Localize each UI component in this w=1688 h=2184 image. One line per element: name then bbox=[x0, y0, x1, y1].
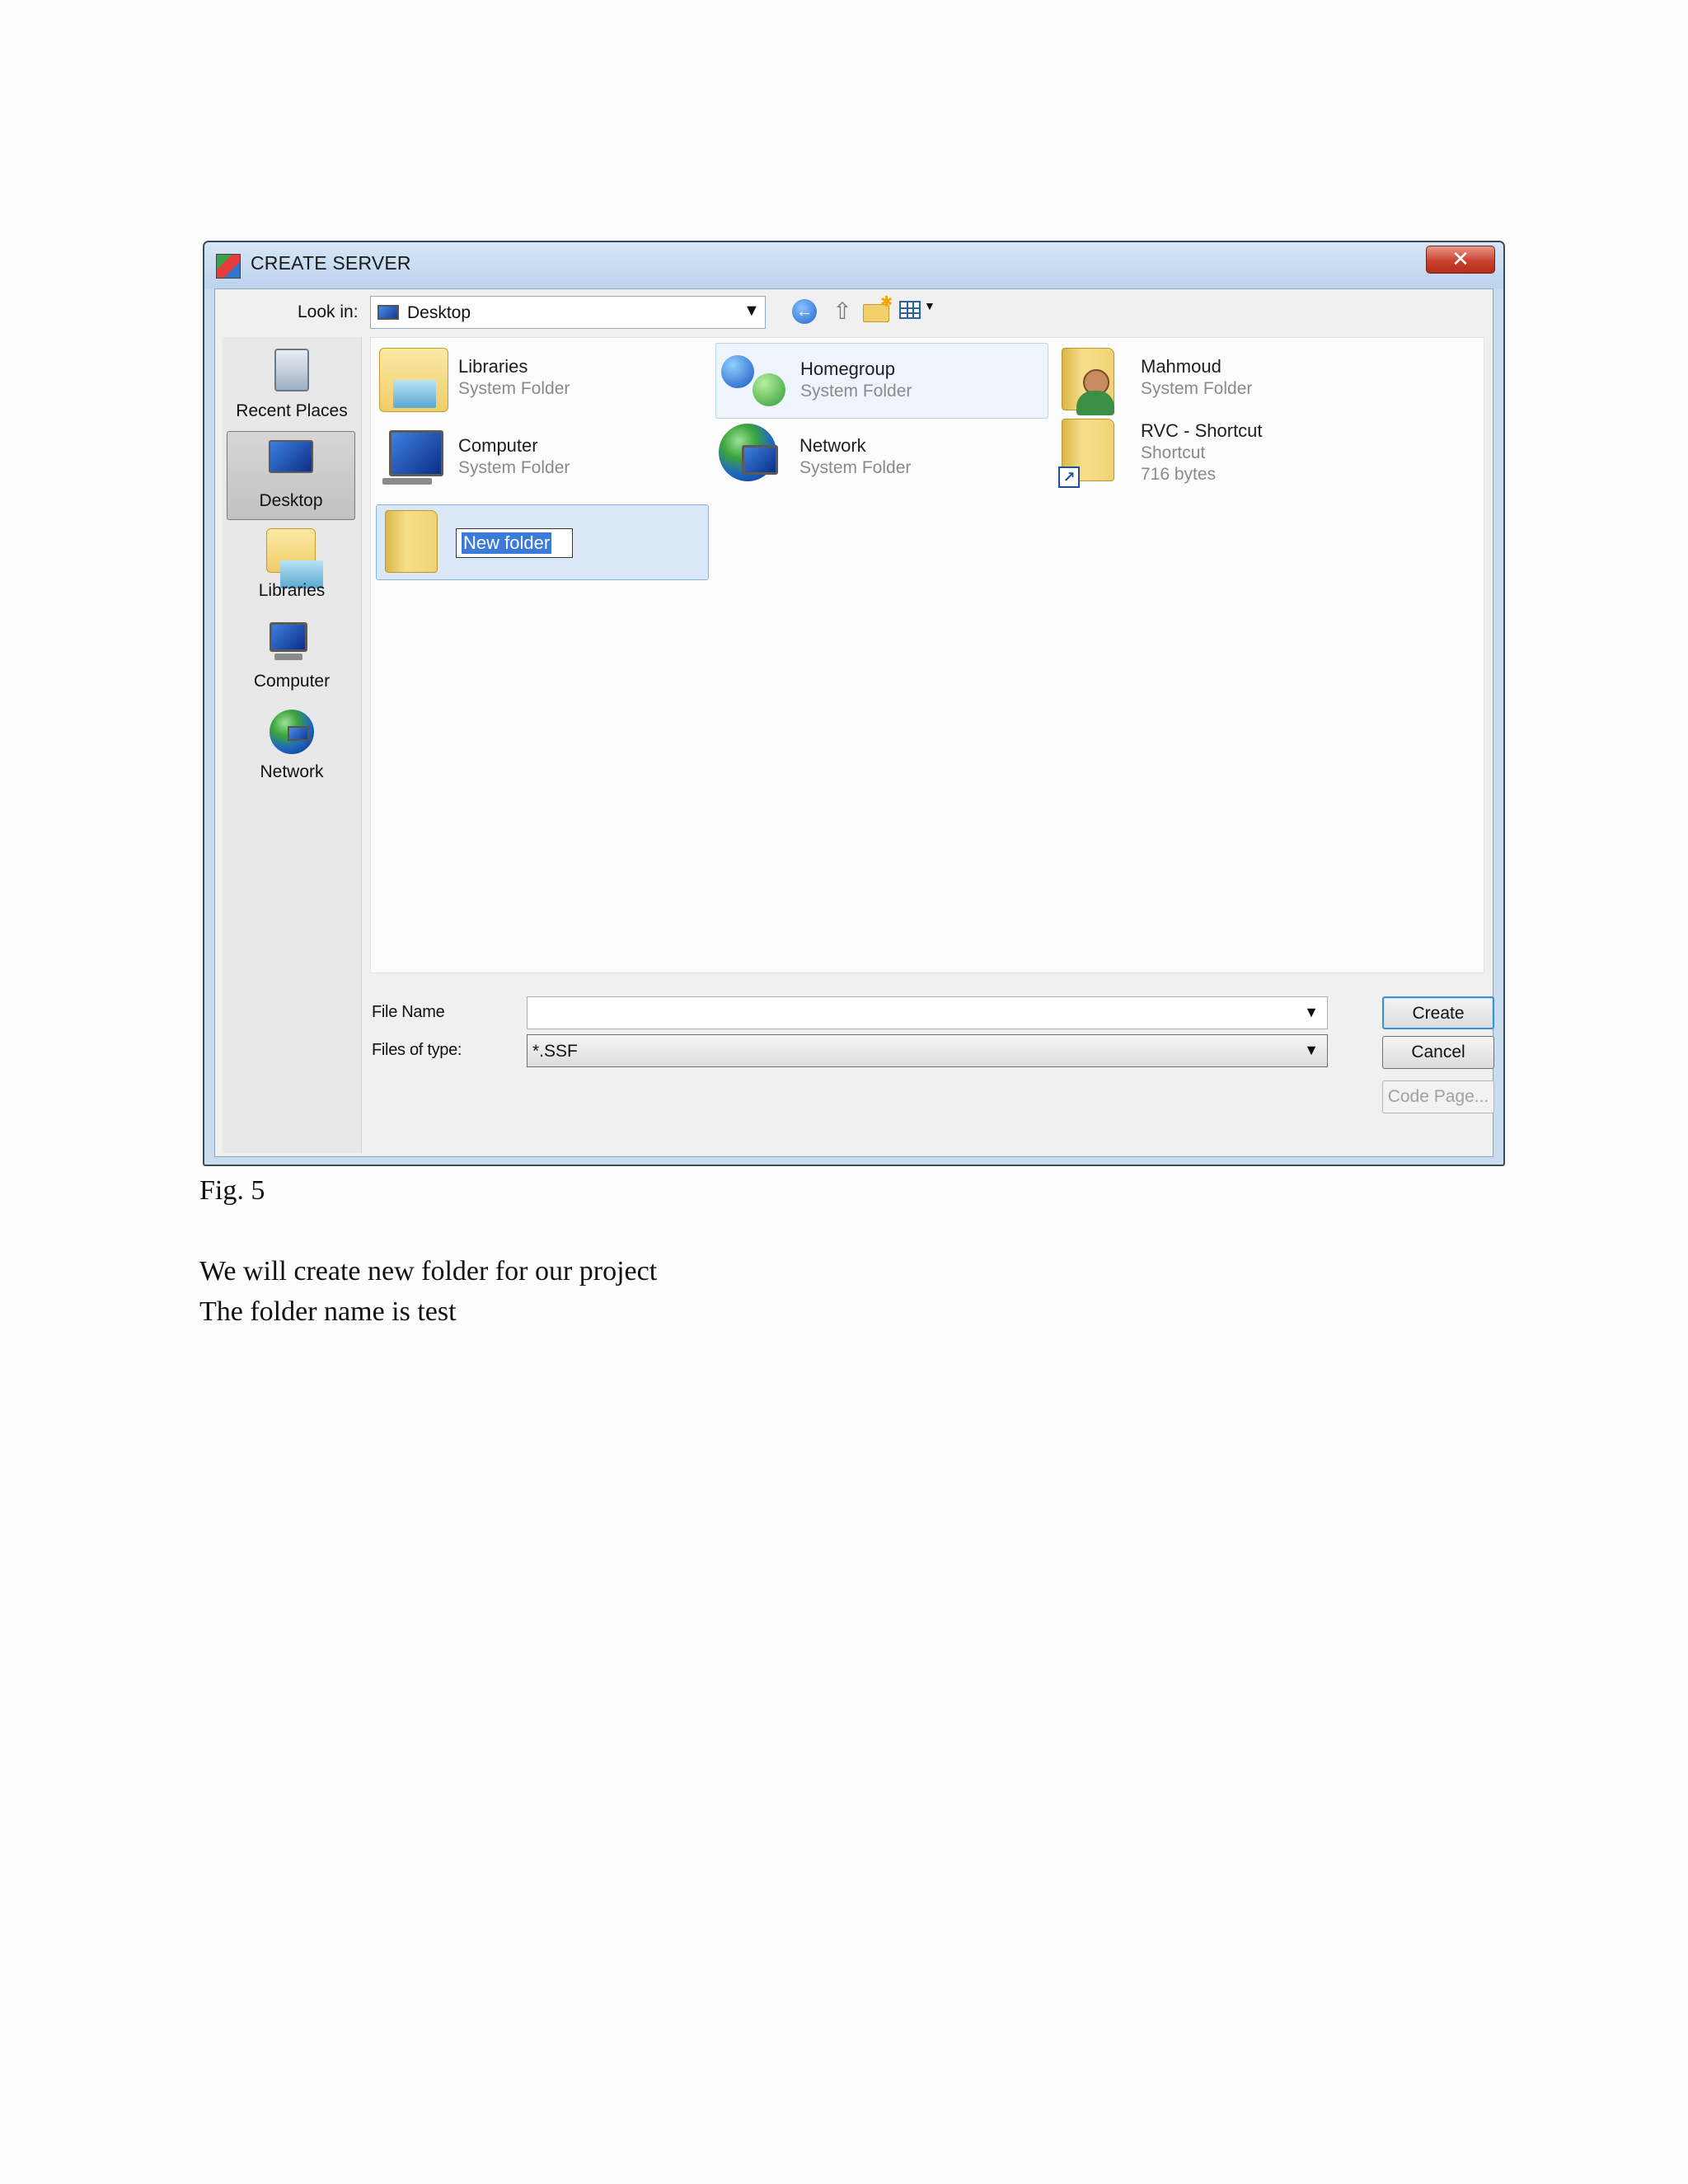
item-type: System Folder bbox=[458, 379, 570, 398]
files-of-type-value: *.SSF bbox=[532, 1042, 578, 1061]
dialog-body: Look in: Desktop ▼ ← ⇧ ▼ Recent Places D… bbox=[214, 288, 1494, 1157]
list-item-libraries[interactable]: Libraries System Folder bbox=[374, 341, 707, 417]
item-type: System Folder bbox=[800, 382, 912, 401]
place-label: Desktop bbox=[259, 491, 323, 510]
recent-places-icon bbox=[274, 349, 309, 391]
network-monitor-icon bbox=[742, 445, 778, 475]
create-button[interactable]: Create bbox=[1382, 996, 1494, 1029]
cancel-button[interactable]: Cancel bbox=[1382, 1036, 1494, 1069]
file-list[interactable]: Libraries System Folder Homegroup System… bbox=[370, 337, 1484, 973]
place-network[interactable]: Network bbox=[222, 703, 362, 792]
file-name-label: File Name bbox=[372, 1003, 445, 1021]
look-in-dropdown[interactable]: Desktop ▼ bbox=[370, 296, 766, 329]
list-item-mahmoud[interactable]: Mahmoud System Folder bbox=[1057, 341, 1390, 417]
close-button[interactable]: ✕ bbox=[1426, 246, 1495, 274]
list-item-homegroup[interactable]: Homegroup System Folder bbox=[715, 343, 1048, 419]
app-icon bbox=[216, 254, 241, 279]
place-label: Network bbox=[260, 762, 324, 781]
new-folder-icon[interactable] bbox=[863, 293, 893, 322]
list-item-rvc-shortcut[interactable]: ↗ RVC - Shortcut Shortcut 716 bytes bbox=[1057, 410, 1390, 493]
files-of-type-dropdown[interactable]: *.SSF ▼ bbox=[527, 1034, 1328, 1067]
rename-input-text[interactable]: New folder bbox=[462, 532, 552, 554]
item-name: Computer bbox=[458, 435, 538, 456]
folder-icon bbox=[385, 510, 438, 573]
rename-input[interactable]: New folder bbox=[456, 528, 573, 558]
homegroup-icon-part bbox=[753, 373, 785, 406]
computer-icon bbox=[389, 430, 443, 476]
list-item-computer[interactable]: Computer System Folder bbox=[374, 420, 707, 496]
file-name-input[interactable]: ▼ bbox=[527, 996, 1328, 1029]
item-size: 716 bytes bbox=[1141, 465, 1217, 484]
look-in-label: Look in: bbox=[298, 302, 359, 321]
chevron-down-icon[interactable]: ▼ bbox=[1304, 1004, 1319, 1021]
item-name: Homegroup bbox=[800, 359, 895, 379]
item-type: Shortcut bbox=[1141, 443, 1206, 462]
desktop-icon bbox=[269, 440, 313, 473]
place-desktop[interactable]: Desktop bbox=[227, 431, 355, 520]
list-item-network[interactable]: Network System Folder bbox=[715, 420, 1048, 496]
item-name: RVC - Shortcut bbox=[1141, 420, 1263, 441]
place-label: Computer bbox=[253, 672, 331, 691]
dialog-title: CREATE SERVER bbox=[251, 252, 411, 274]
computer-icon bbox=[270, 622, 307, 652]
computer-stand bbox=[382, 478, 432, 485]
libraries-folder-icon bbox=[379, 348, 448, 412]
network-monitor-icon bbox=[288, 726, 309, 741]
shortcut-arrow-icon: ↗ bbox=[1058, 466, 1080, 488]
place-computer[interactable]: Computer bbox=[222, 612, 362, 701]
files-of-type-label: Files of type: bbox=[372, 1041, 462, 1059]
place-label: Libraries bbox=[258, 581, 326, 600]
item-type: System Folder bbox=[799, 458, 912, 477]
item-type: System Folder bbox=[1141, 379, 1253, 398]
place-label: Recent Places bbox=[236, 401, 348, 420]
view-menu-chevron-icon[interactable]: ▼ bbox=[924, 299, 935, 312]
libraries-icon bbox=[266, 528, 323, 588]
title-bar[interactable]: CREATE SERVER ✕ bbox=[204, 242, 1503, 288]
up-folder-icon[interactable]: ⇧ bbox=[828, 298, 856, 326]
chevron-down-icon[interactable]: ▼ bbox=[1304, 1042, 1319, 1059]
back-icon[interactable]: ← bbox=[792, 299, 817, 324]
item-name: Libraries bbox=[458, 356, 528, 377]
body-text-line-1: We will create new folder for our projec… bbox=[199, 1256, 658, 1286]
look-in-value: Desktop bbox=[407, 303, 471, 322]
item-name: Network bbox=[799, 435, 866, 456]
code-page-button[interactable]: Code Page... bbox=[1382, 1080, 1494, 1113]
list-item-new-folder[interactable]: New folder bbox=[376, 504, 709, 580]
item-type: System Folder bbox=[458, 458, 570, 477]
place-libraries[interactable]: Libraries bbox=[222, 522, 362, 611]
view-menu-icon[interactable] bbox=[899, 301, 921, 319]
figure-caption: Fig. 5 bbox=[199, 1175, 265, 1206]
homegroup-icon bbox=[721, 355, 754, 388]
create-server-dialog: CREATE SERVER ✕ Look in: Desktop ▼ ← ⇧ ▼… bbox=[203, 241, 1505, 1166]
item-name: Mahmoud bbox=[1141, 356, 1221, 377]
computer-stand bbox=[274, 654, 302, 660]
desktop-icon bbox=[377, 305, 399, 320]
place-recent-places[interactable]: Recent Places bbox=[222, 342, 362, 431]
chevron-down-icon: ▼ bbox=[743, 302, 760, 320]
places-bar: Recent Places Desktop Libraries Computer… bbox=[222, 337, 362, 1153]
body-text-line-2: The folder name is test bbox=[199, 1296, 457, 1327]
